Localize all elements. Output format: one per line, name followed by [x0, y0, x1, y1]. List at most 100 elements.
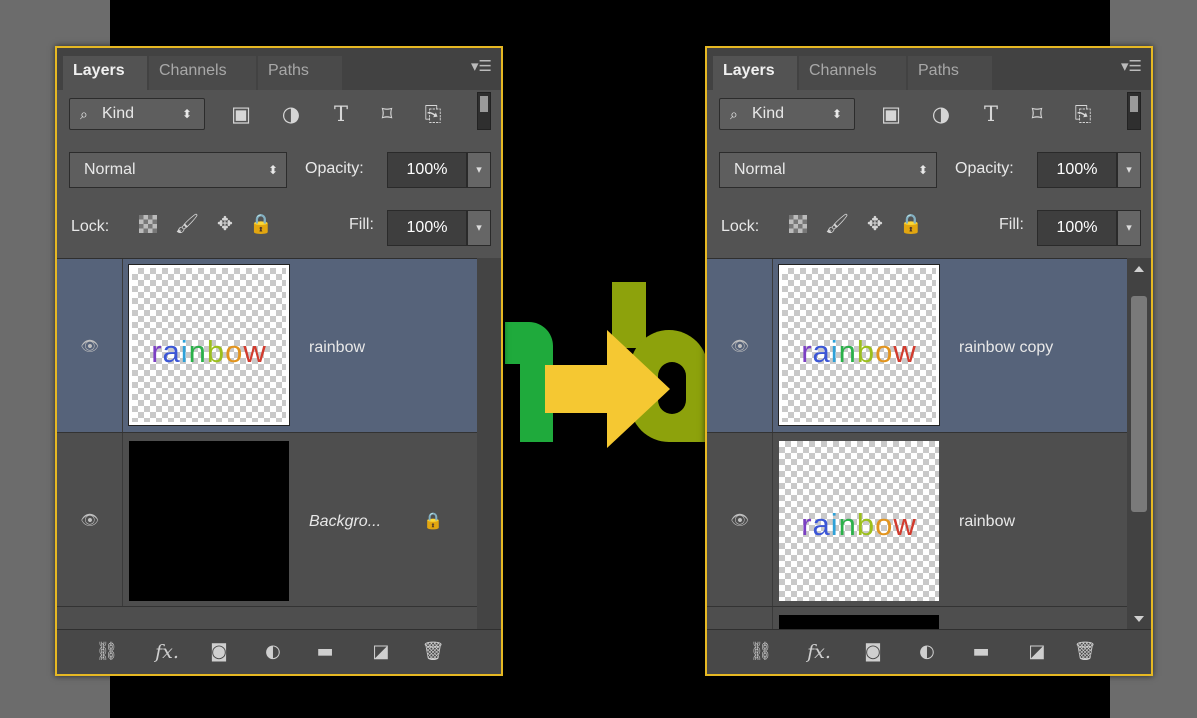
type-filter-icon[interactable]: T: [329, 102, 353, 126]
link-layers-icon[interactable]: ⛓: [95, 640, 119, 664]
tab-paths[interactable]: Paths: [258, 56, 342, 90]
type-filter-icon[interactable]: T: [979, 102, 1003, 126]
layer-thumbnail[interactable]: rainbow: [779, 441, 939, 601]
scroll-down-arrow-icon[interactable]: [1134, 616, 1144, 622]
trash-icon[interactable]: 🗑: [421, 640, 445, 664]
image-filter-icon[interactable]: ▣: [229, 102, 253, 126]
layer-row-rainbow[interactable]: 👁 rainbow rainbow: [707, 433, 1127, 607]
lock-transparent-pixels-icon[interactable]: [139, 215, 157, 233]
opacity-dropdown-button[interactable]: ▾: [1117, 152, 1141, 188]
filter-kind-select[interactable]: ⌕ Kind ⬍: [719, 98, 855, 130]
new-layer-icon[interactable]: ◪: [369, 640, 393, 664]
tab-paths[interactable]: Paths: [908, 56, 992, 90]
smart-object-filter-icon[interactable]: ⎘: [1071, 102, 1095, 126]
image-filter-icon[interactable]: ▣: [879, 102, 903, 126]
layer-name[interactable]: rainbow: [959, 513, 1015, 531]
tab-layers[interactable]: Layers: [63, 56, 147, 90]
lock-all-icon[interactable]: 🔒: [899, 212, 923, 236]
lock-row: Lock: 🖌 ✥ 🔒 Fill: 100% ▾: [707, 200, 1151, 254]
updown-arrow-icon: ⬍: [917, 163, 928, 177]
fx-layer-style-icon[interactable]: fx.: [807, 640, 831, 664]
opacity-label: Opacity:: [305, 160, 364, 177]
thumbnail-rainbow-text: rainbow: [782, 334, 936, 370]
panel-menu-icon[interactable]: ▾☰: [1121, 58, 1142, 74]
adjustment-filter-icon[interactable]: ◑: [279, 102, 303, 126]
updown-arrow-icon: ⬍: [831, 107, 842, 121]
lock-image-pixels-brush-icon[interactable]: 🖌: [825, 212, 849, 236]
thumbnail-letter: n: [838, 507, 857, 542]
blend-row: Normal ⬍ Opacity: 100% ▾: [57, 144, 501, 196]
fill-dropdown-button[interactable]: ▾: [1117, 210, 1141, 246]
tab-channels[interactable]: Channels: [149, 56, 256, 90]
opacity-label: Opacity:: [955, 160, 1014, 177]
fill-dropdown-button[interactable]: ▾: [467, 210, 491, 246]
thumbnail-letter: r: [151, 334, 163, 369]
lock-position-move-icon[interactable]: ✥: [213, 212, 237, 236]
layer-thumbnail[interactable]: [129, 441, 289, 601]
visibility-eye-icon[interactable]: 👁: [79, 513, 101, 528]
layers-list: 👁 rainbow rainbow 👁 Backgro... 🔒: [57, 258, 501, 633]
filter-toggle-switch[interactable]: [1127, 92, 1141, 130]
lock-transparent-pixels-icon[interactable]: [789, 215, 807, 233]
blend-mode-select[interactable]: Normal ⬍: [719, 152, 937, 188]
new-layer-icon[interactable]: ◪: [1025, 640, 1049, 664]
thumbnail-letter: w: [243, 334, 267, 369]
tab-channels[interactable]: Channels: [799, 56, 906, 90]
opacity-input[interactable]: 100%: [387, 152, 467, 188]
lock-image-pixels-brush-icon[interactable]: 🖌: [175, 212, 199, 236]
scroll-up-arrow-icon[interactable]: [1134, 266, 1144, 272]
adjustment-filter-icon[interactable]: ◑: [929, 102, 953, 126]
trash-icon[interactable]: 🗑: [1073, 640, 1097, 664]
layer-name[interactable]: rainbow copy: [959, 339, 1053, 357]
layer-thumbnail[interactable]: rainbow: [128, 264, 290, 426]
filter-kind-select[interactable]: ⌕ Kind ⬍: [69, 98, 205, 130]
right-arrow-icon: [545, 330, 670, 448]
new-group-folder-icon[interactable]: ▬: [969, 640, 993, 664]
new-group-folder-icon[interactable]: ▬: [313, 640, 337, 664]
visibility-eye-icon[interactable]: 👁: [729, 513, 751, 528]
shape-filter-icon[interactable]: ⌑: [1025, 102, 1049, 126]
visibility-eye-icon[interactable]: 👁: [729, 339, 751, 354]
new-adjustment-layer-icon[interactable]: ◐: [915, 640, 939, 664]
lock-all-icon[interactable]: 🔒: [249, 212, 273, 236]
scrollbar[interactable]: [1127, 258, 1151, 632]
layer-thumbnail[interactable]: rainbow: [778, 264, 940, 426]
scrollbar-thumb[interactable]: [1131, 296, 1147, 512]
thumbnail-letter: n: [188, 334, 207, 369]
opacity-dropdown-button[interactable]: ▾: [467, 152, 491, 188]
filter-kind-label: Kind: [752, 105, 785, 122]
fx-layer-style-icon[interactable]: fx.: [155, 640, 179, 664]
thumbnail-letter: r: [801, 507, 813, 542]
search-icon: ⌕: [730, 106, 738, 122]
shape-filter-icon[interactable]: ⌑: [375, 102, 399, 126]
tab-layers[interactable]: Layers: [713, 56, 797, 90]
new-adjustment-layer-icon[interactable]: ◐: [261, 640, 285, 664]
layers-list: 👁 rainbow rainbow copy 👁 rainbow rainbow: [707, 258, 1151, 637]
blend-row: Normal ⬍ Opacity: 100% ▾: [707, 144, 1151, 196]
smart-object-filter-icon[interactable]: ⎘: [421, 102, 445, 126]
fill-input[interactable]: 100%: [387, 210, 467, 246]
add-mask-icon[interactable]: ◙: [207, 640, 231, 664]
thumbnail-letter: o: [875, 334, 894, 369]
filter-toggle-switch[interactable]: [477, 92, 491, 130]
fill-input[interactable]: 100%: [1037, 210, 1117, 246]
blend-mode-select[interactable]: Normal ⬍: [69, 152, 287, 188]
thumbnail-letter: a: [162, 334, 181, 369]
layer-name[interactable]: Backgro...: [309, 513, 381, 531]
panel-menu-icon[interactable]: ▾☰: [471, 58, 492, 74]
thumbnail-rainbow-text: rainbow: [132, 334, 286, 370]
layer-row-rainbow-copy[interactable]: 👁 rainbow rainbow copy: [707, 259, 1127, 433]
link-layers-icon[interactable]: ⛓: [749, 640, 773, 664]
opacity-input[interactable]: 100%: [1037, 152, 1117, 188]
thumbnail-letter: o: [875, 507, 894, 542]
lock-position-move-icon[interactable]: ✥: [863, 212, 887, 236]
visibility-eye-icon[interactable]: 👁: [79, 339, 101, 354]
layer-row-background[interactable]: 👁 Backgro... 🔒: [57, 433, 477, 607]
filter-row: ⌕ Kind ⬍ ▣ ◑ T ⌑ ⎘: [57, 90, 501, 142]
add-mask-icon[interactable]: ◙: [861, 640, 885, 664]
blend-mode-value: Normal: [734, 161, 786, 178]
layer-row-rainbow[interactable]: 👁 rainbow rainbow: [57, 259, 477, 433]
scrollbar[interactable]: [477, 258, 501, 632]
thumbnail-rainbow-text: rainbow: [779, 507, 939, 543]
layer-name[interactable]: rainbow: [309, 339, 365, 357]
